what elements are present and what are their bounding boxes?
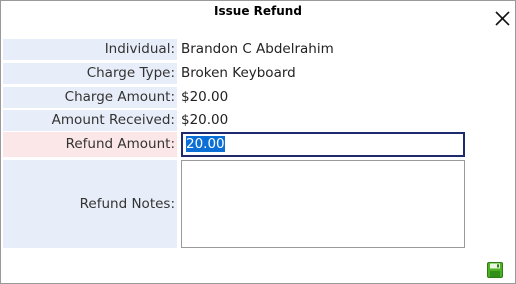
amount-received-label: Amount Received: [3,110,177,131]
charge-amount-row: Charge Amount: $20.00 [3,87,515,108]
charge-amount-label: Charge Amount: [3,87,177,108]
refund-amount-value: 20.00 [186,136,225,152]
charge-type-row: Charge Type: Broken Keyboard [3,63,515,84]
charge-type-label: Charge Type: [3,63,177,84]
individual-label: Individual: [3,39,177,60]
individual-row: Individual: Brandon C Abdelrahim [3,39,515,60]
refund-notes-label: Refund Notes: [3,160,177,248]
close-icon[interactable] [494,10,511,27]
save-icon[interactable] [487,262,503,278]
charge-type-value: Broken Keyboard [181,65,296,81]
refund-amount-label: Refund Amount: [3,132,177,157]
issue-refund-dialog: Issue Refund Individual: Brandon C Abdel… [0,0,516,284]
amount-received-value: $20.00 [181,112,229,128]
charge-amount-value: $20.00 [181,89,229,105]
individual-value: Brandon C Abdelrahim [181,41,334,57]
refund-notes-textarea[interactable] [181,160,465,248]
amount-received-row: Amount Received: $20.00 [3,110,515,131]
refund-amount-input[interactable]: 20.00 [181,132,465,157]
dialog-title: Issue Refund [214,4,302,18]
